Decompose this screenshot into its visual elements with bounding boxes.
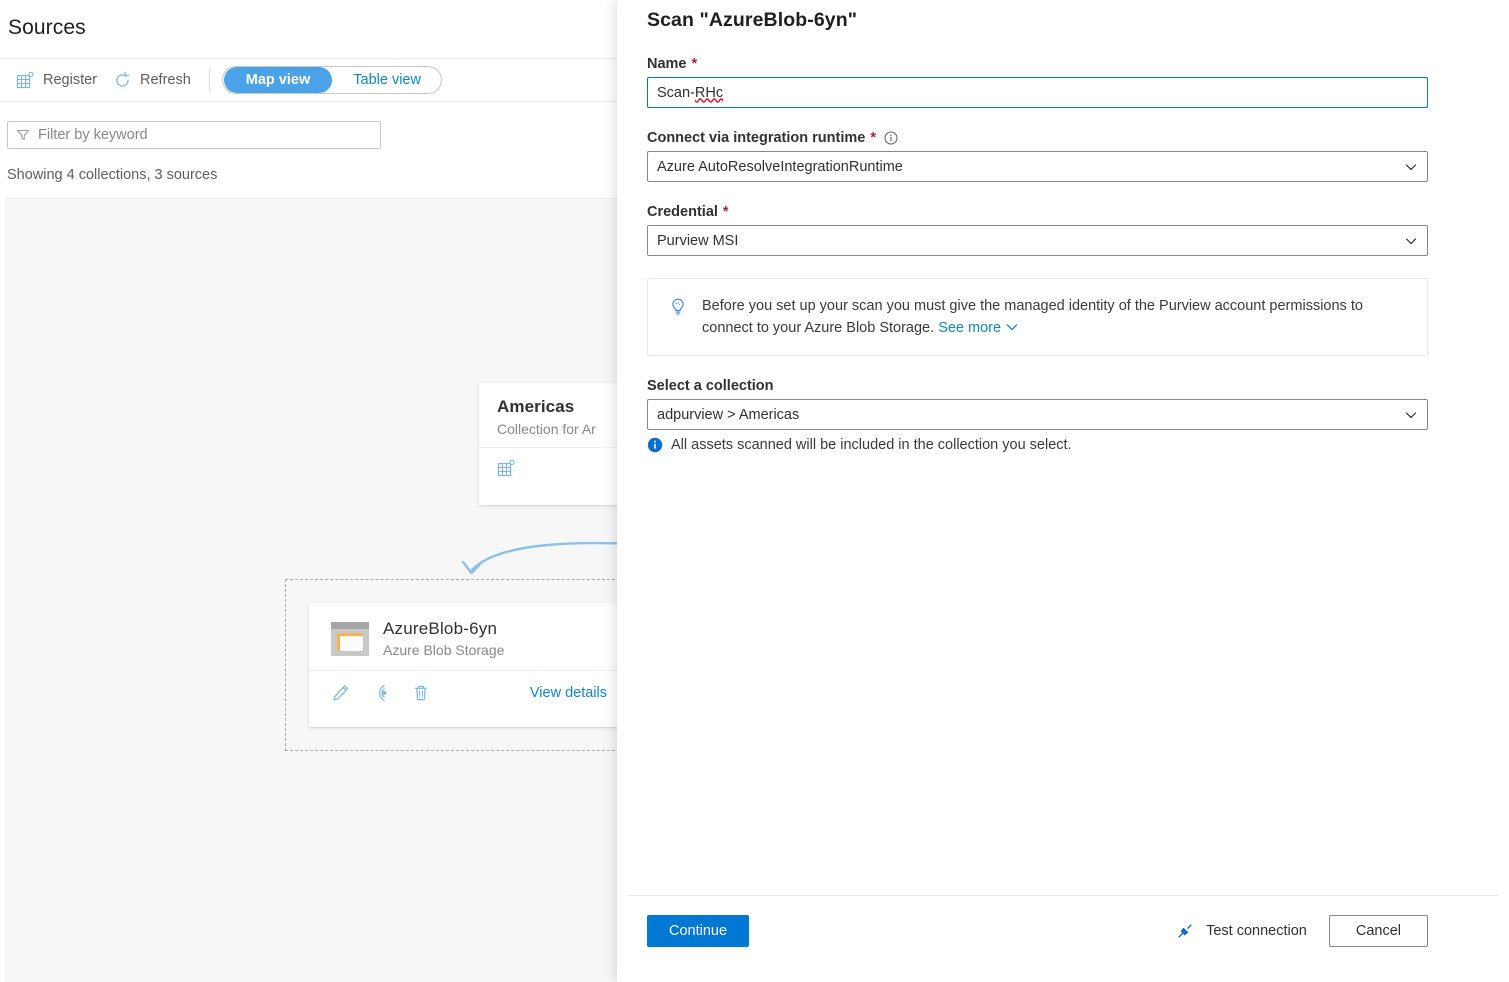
scan-panel: Scan "AzureBlob-6yn" Name * Scan-RHc Con… bbox=[617, 0, 1509, 982]
source-card-type: Azure Blob Storage bbox=[383, 642, 504, 658]
info-filled-icon bbox=[647, 437, 663, 453]
source-card-actions: View details bbox=[309, 670, 629, 714]
refresh-button[interactable]: Refresh bbox=[107, 67, 201, 94]
lightbulb-icon bbox=[668, 297, 688, 317]
collection-hint-text: All assets scanned will be included in t… bbox=[671, 437, 1072, 453]
app-root: Sources Register bbox=[0, 0, 1509, 982]
register-button[interactable]: Register bbox=[10, 67, 107, 94]
new-collection-icon[interactable] bbox=[497, 459, 516, 478]
runtime-field-label: Connect via integration runtime * bbox=[647, 130, 1428, 146]
credential-required-marker: * bbox=[723, 204, 729, 220]
footer-divider bbox=[627, 895, 1499, 896]
scan-name-input[interactable]: Scan-RHc bbox=[647, 77, 1428, 108]
scan-name-value: Scan- bbox=[657, 85, 695, 101]
integration-runtime-value: Azure AutoResolveIntegrationRuntime bbox=[657, 159, 903, 175]
tab-map-view[interactable]: Map view bbox=[224, 67, 332, 93]
plug-connector-icon bbox=[1175, 921, 1195, 941]
collection-card-actions bbox=[479, 447, 640, 489]
collection-label-text: Select a collection bbox=[647, 378, 774, 394]
credential-select[interactable]: Purview MSI bbox=[647, 225, 1428, 256]
see-more-link[interactable]: See more bbox=[938, 320, 1019, 336]
azure-blob-storage-icon bbox=[331, 622, 369, 656]
tab-table-view[interactable]: Table view bbox=[333, 67, 441, 93]
view-details-link[interactable]: View details bbox=[530, 685, 607, 701]
scan-panel-footer: Continue bbox=[647, 912, 1428, 950]
credential-label-text: Credential bbox=[647, 204, 718, 220]
chevron-down-icon bbox=[1404, 234, 1418, 248]
page-title: Sources bbox=[8, 16, 86, 40]
name-field-label: Name * bbox=[647, 56, 1428, 72]
scan-panel-title: Scan "AzureBlob-6yn" bbox=[647, 9, 857, 32]
info-circle-icon[interactable] bbox=[884, 131, 898, 145]
source-card-azureblob[interactable]: AzureBlob-6yn Azure Blob Storage bbox=[309, 603, 629, 727]
collection-hint: All assets scanned will be included in t… bbox=[647, 437, 1428, 453]
scan-panel-form: Name * Scan-RHc Connect via integration … bbox=[647, 56, 1428, 453]
filter-placeholder: Filter by keyword bbox=[38, 127, 148, 143]
delete-trash-icon[interactable] bbox=[411, 683, 431, 703]
name-label-text: Name bbox=[647, 56, 687, 72]
test-connection-button[interactable]: Test connection bbox=[1175, 921, 1307, 941]
name-required-marker: * bbox=[692, 56, 698, 72]
collection-field-label: Select a collection bbox=[647, 378, 1428, 394]
register-label: Register bbox=[43, 72, 97, 88]
sources-page: Sources Register bbox=[0, 0, 640, 982]
runtime-label-text: Connect via integration runtime bbox=[647, 130, 865, 146]
filter-icon bbox=[16, 128, 30, 142]
filter-input[interactable]: Filter by keyword bbox=[7, 121, 381, 149]
collection-card-body: Americas Collection for Ar bbox=[479, 383, 640, 447]
source-card-name: AzureBlob-6yn bbox=[383, 619, 504, 639]
refresh-icon bbox=[113, 71, 132, 90]
test-connection-label: Test connection bbox=[1206, 923, 1307, 939]
see-more-label: See more bbox=[938, 320, 1001, 336]
credential-field-label: Credential * bbox=[647, 204, 1428, 220]
view-toggle: Map view Table view bbox=[222, 66, 442, 94]
footer-right-group: Test connection Cancel bbox=[1175, 915, 1428, 947]
integration-runtime-select[interactable]: Azure AutoResolveIntegrationRuntime bbox=[647, 151, 1428, 182]
continue-button[interactable]: Continue bbox=[647, 915, 749, 947]
collection-value: adpurview > Americas bbox=[657, 407, 799, 423]
permissions-notice-body: Before you set up your scan you must giv… bbox=[702, 298, 1363, 336]
collection-card-americas[interactable]: Americas Collection for Ar bbox=[479, 383, 640, 505]
register-grid-icon bbox=[16, 71, 35, 90]
toolbar-separator bbox=[209, 68, 210, 92]
permissions-notice: Before you set up your scan you must giv… bbox=[647, 278, 1428, 356]
chevron-down-icon bbox=[1404, 408, 1418, 422]
permissions-notice-text: Before you set up your scan you must giv… bbox=[702, 295, 1402, 339]
cancel-button[interactable]: Cancel bbox=[1329, 915, 1428, 947]
source-card-texts: AzureBlob-6yn Azure Blob Storage bbox=[383, 619, 504, 658]
status-text: Showing 4 collections, 3 sources bbox=[7, 167, 217, 183]
source-card-header: AzureBlob-6yn Azure Blob Storage bbox=[309, 603, 629, 670]
chevron-down-icon bbox=[1404, 160, 1418, 174]
collection-select[interactable]: adpurview > Americas bbox=[647, 399, 1428, 430]
toolbar-divider-bottom bbox=[0, 101, 640, 102]
scan-name-value-misspelled: RHc bbox=[695, 85, 723, 101]
edit-pencil-icon[interactable] bbox=[331, 683, 351, 703]
chevron-down-icon bbox=[1005, 320, 1019, 334]
runtime-required-marker: * bbox=[870, 130, 876, 146]
sources-toolbar: Register Refresh Map view Table view bbox=[0, 59, 640, 101]
new-scan-icon[interactable] bbox=[371, 683, 391, 703]
refresh-label: Refresh bbox=[140, 72, 191, 88]
credential-value: Purview MSI bbox=[657, 233, 738, 249]
